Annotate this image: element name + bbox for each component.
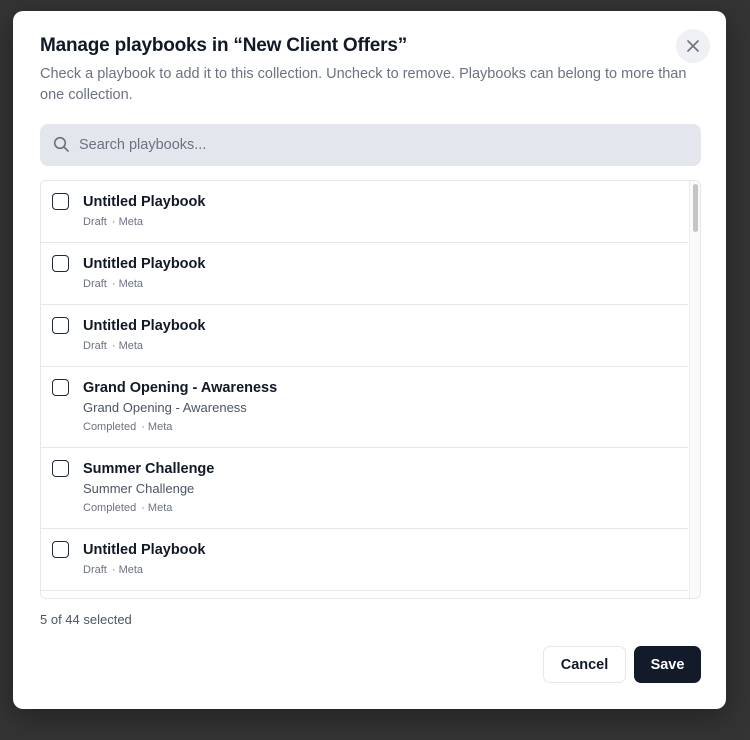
playbook-title: Untitled Playbook bbox=[83, 194, 206, 210]
playbook-platform: · Meta bbox=[141, 502, 173, 514]
manage-playbooks-dialog: Manage playbooks in “New Client Offers” … bbox=[13, 11, 726, 709]
playbook-status: Draft bbox=[83, 278, 107, 290]
search-input[interactable] bbox=[79, 124, 679, 166]
selection-count: 5 of 44 selected bbox=[40, 612, 132, 627]
dialog-description: Check a playbook to add it to this colle… bbox=[40, 66, 687, 103]
playbook-list-items: Untitled Playbook Draft · Meta Untitled P… bbox=[41, 181, 688, 591]
playbook-platform: · Meta bbox=[111, 340, 144, 352]
dialog-title: Manage playbooks in “New Client Offers” bbox=[40, 35, 407, 56]
cancel-button[interactable]: Cancel bbox=[543, 646, 626, 683]
playbook-platform: · Meta bbox=[111, 564, 144, 576]
search-icon bbox=[53, 136, 69, 152]
search-bar bbox=[40, 124, 701, 166]
playbook-title: Untitled Playbook bbox=[83, 256, 206, 272]
playbook-title: Untitled Playbook bbox=[83, 542, 206, 558]
playbook-platform: · Meta bbox=[111, 278, 144, 290]
playbook-checkbox[interactable] bbox=[52, 317, 69, 334]
playbook-subtitle: Grand Opening - Awareness bbox=[83, 400, 247, 415]
playbook-meta: Draft · Meta bbox=[83, 339, 688, 353]
playbook-row[interactable]: Grand Opening - Awareness Grand Opening … bbox=[41, 367, 688, 448]
playbook-checkbox[interactable] bbox=[52, 255, 69, 272]
playbook-meta: Draft · Meta bbox=[83, 215, 688, 229]
playbook-meta: Draft · Meta bbox=[83, 563, 688, 577]
playbook-row[interactable]: Untitled Playbook Draft · Meta bbox=[41, 243, 688, 305]
save-button[interactable]: Save bbox=[634, 646, 701, 683]
playbook-status: Draft bbox=[83, 340, 107, 352]
playbook-status: Draft bbox=[83, 216, 107, 228]
close-button[interactable] bbox=[676, 29, 710, 63]
playbook-meta: Completed · Meta bbox=[83, 501, 688, 515]
playbook-list: Untitled Playbook Draft · Meta Untitled P… bbox=[40, 180, 701, 599]
playbook-platform: · Meta bbox=[111, 216, 144, 228]
playbook-meta: Draft · Meta bbox=[83, 277, 688, 291]
list-scrollbar[interactable] bbox=[689, 181, 700, 598]
playbook-meta: Completed · Meta bbox=[83, 420, 688, 434]
playbook-title: Untitled Playbook bbox=[83, 318, 206, 334]
playbook-platform: · Meta bbox=[141, 421, 173, 433]
close-icon bbox=[687, 40, 699, 52]
playbook-row[interactable]: Untitled Playbook Draft · Meta bbox=[41, 305, 688, 367]
scrollbar-thumb[interactable] bbox=[693, 184, 698, 232]
playbook-row[interactable]: Untitled Playbook Draft · Meta bbox=[41, 529, 688, 591]
playbook-status: Completed bbox=[83, 421, 137, 433]
playbook-row[interactable]: Summer Challenge Summer Challenge Comple… bbox=[41, 448, 688, 529]
playbook-checkbox[interactable] bbox=[52, 379, 69, 396]
playbook-title: Grand Opening - Awareness bbox=[83, 380, 278, 396]
playbook-checkbox[interactable] bbox=[52, 193, 69, 210]
playbook-title: Summer Challenge bbox=[83, 461, 215, 477]
playbook-status: Draft bbox=[83, 564, 107, 576]
playbook-checkbox[interactable] bbox=[52, 460, 69, 477]
playbook-checkbox[interactable] bbox=[52, 541, 69, 558]
playbook-status: Completed bbox=[83, 502, 137, 514]
playbook-subtitle: Summer Challenge bbox=[83, 481, 195, 496]
playbook-row[interactable]: Untitled Playbook Draft · Meta bbox=[41, 181, 688, 243]
